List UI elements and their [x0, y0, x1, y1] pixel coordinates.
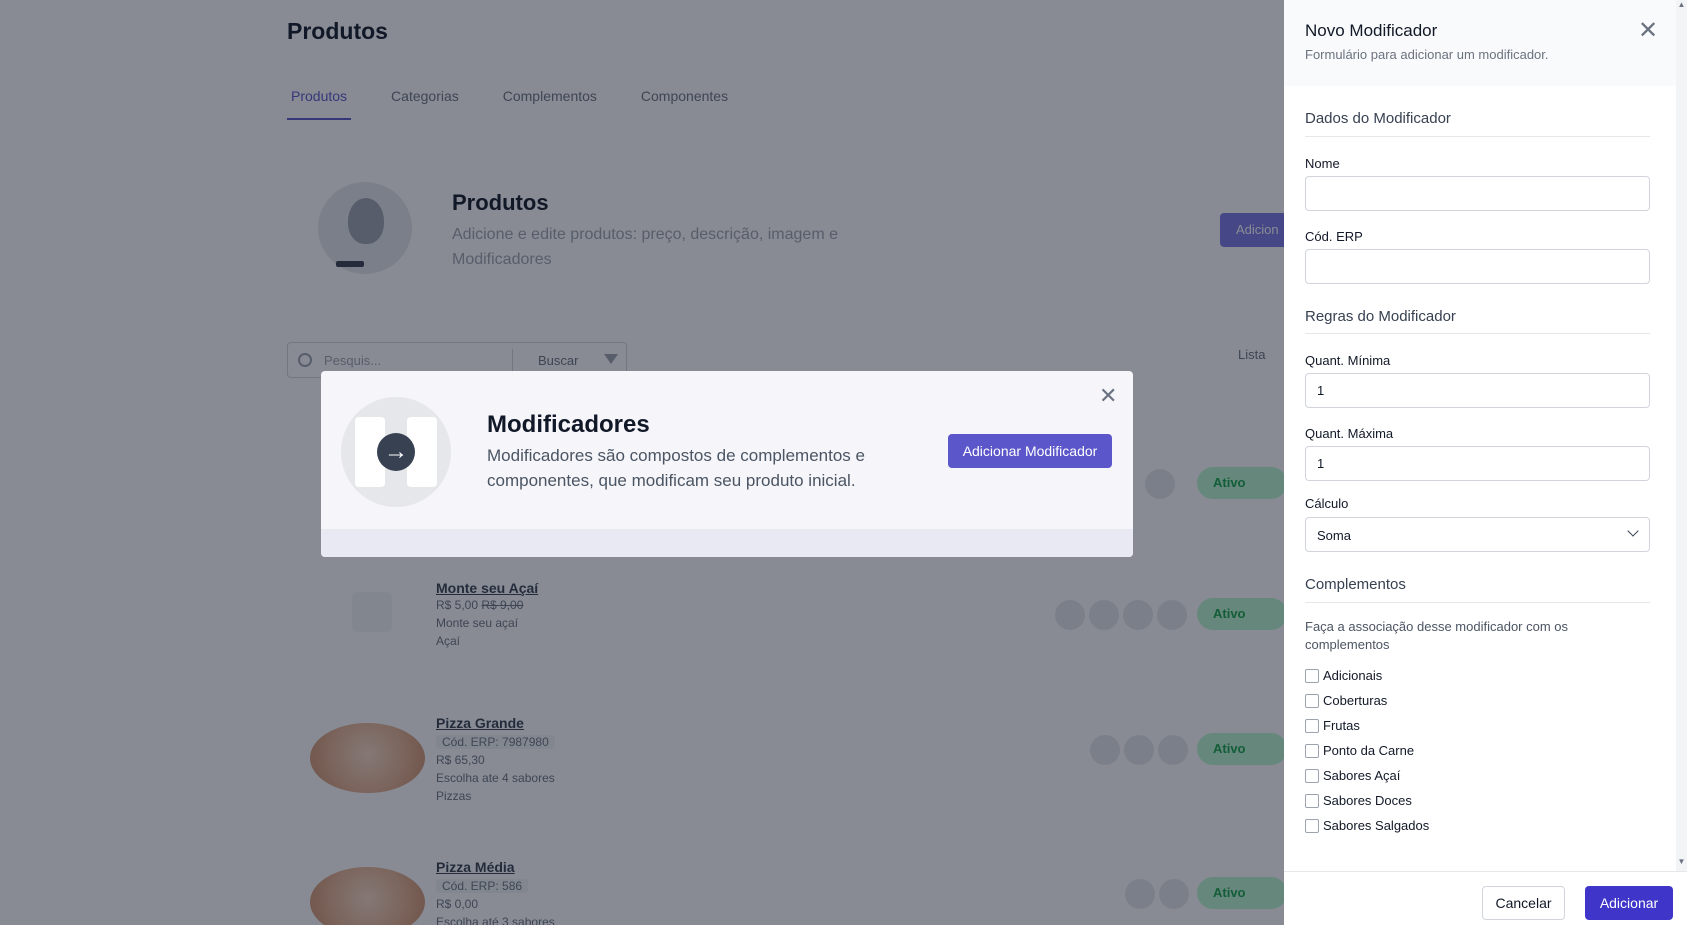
- complement-label: Frutas: [1323, 718, 1360, 733]
- modal-footer: [321, 529, 1133, 557]
- modal-description: Modificadores são compostos de complemen…: [487, 446, 865, 490]
- add-modifier-button[interactable]: Adicionar Modificador: [948, 434, 1112, 468]
- checkbox[interactable]: [1305, 818, 1319, 833]
- section-divider: [1305, 136, 1650, 137]
- complement-label: Coberturas: [1323, 693, 1388, 708]
- section-divider: [1305, 333, 1650, 334]
- calculation-value: Soma: [1317, 528, 1351, 543]
- complement-label: Sabores Doces: [1323, 793, 1412, 808]
- section-divider: [1305, 602, 1650, 603]
- calculation-select[interactable]: Soma: [1305, 517, 1650, 552]
- calculation-label: Cálculo: [1305, 496, 1349, 511]
- checkbox[interactable]: [1305, 718, 1319, 733]
- drawer-body: Dados do Modificador Nome Cód. ERP Regra…: [1284, 86, 1676, 871]
- drawer-header: Novo Modificador Formulário para adicion…: [1284, 0, 1687, 86]
- scroll-up-icon[interactable]: ▲: [1676, 0, 1687, 9]
- complement-option[interactable]: Coberturas: [1305, 693, 1387, 708]
- checkbox[interactable]: [1305, 693, 1319, 708]
- complement-option[interactable]: Adicionais: [1305, 668, 1382, 683]
- complement-label: Ponto da Carne: [1323, 743, 1415, 758]
- drawer-scrollbar[interactable]: ▲ ▼: [1676, 0, 1687, 871]
- chevron-down-icon: [1627, 525, 1639, 537]
- new-modifier-drawer: Novo Modificador Formulário para adicion…: [1284, 0, 1687, 925]
- complement-label: Sabores Salgados: [1323, 818, 1430, 833]
- complement-label: Sabores Açaí: [1323, 768, 1401, 783]
- checkbox[interactable]: [1305, 743, 1319, 758]
- add-button[interactable]: Adicionar: [1585, 886, 1673, 920]
- min-quantity-field[interactable]: [1305, 373, 1650, 408]
- checkbox[interactable]: [1305, 668, 1319, 683]
- erp-code-field[interactable]: [1305, 249, 1650, 284]
- section-title: Regras do Modificador: [1305, 308, 1456, 325]
- max-quantity-field[interactable]: [1305, 446, 1650, 481]
- max-quantity-label: Quant. Máxima: [1305, 426, 1394, 441]
- min-quantity-label: Quant. Mínima: [1305, 353, 1391, 368]
- complement-option[interactable]: Sabores Doces: [1305, 793, 1412, 808]
- modal-title: Modificadores: [487, 411, 650, 438]
- close-icon[interactable]: ✕: [1638, 19, 1658, 43]
- checkbox[interactable]: [1305, 793, 1319, 808]
- complement-option[interactable]: Sabores Salgados: [1305, 818, 1429, 833]
- scroll-down-icon[interactable]: ▼: [1676, 857, 1687, 866]
- drawer-title: Novo Modificador: [1305, 21, 1438, 40]
- complement-option[interactable]: Ponto da Carne: [1305, 743, 1414, 758]
- modifiers-illustration: →: [341, 397, 451, 507]
- complement-option[interactable]: Frutas: [1305, 718, 1360, 733]
- section-title: Dados do Modificador: [1305, 110, 1451, 127]
- section-title: Complementos: [1305, 576, 1406, 593]
- complement-option[interactable]: Sabores Açaí: [1305, 768, 1400, 783]
- complement-label: Adicionais: [1323, 668, 1383, 683]
- complements-hint: Faça a associação desse modificador com …: [1305, 619, 1569, 652]
- close-icon[interactable]: ✕: [1099, 385, 1117, 407]
- name-label: Nome: [1305, 156, 1340, 171]
- arrow-right-icon: →: [377, 433, 415, 471]
- checkbox[interactable]: [1305, 768, 1319, 783]
- modifiers-modal: → Modificadores Modificadores são compos…: [321, 371, 1133, 557]
- drawer-subtitle: Formulário para adicionar um modificador…: [1305, 47, 1549, 62]
- erp-label: Cód. ERP: [1305, 229, 1363, 244]
- name-field[interactable]: [1305, 176, 1650, 211]
- cancel-button[interactable]: Cancelar: [1482, 886, 1565, 920]
- drawer-footer: Cancelar Adicionar: [1284, 871, 1687, 925]
